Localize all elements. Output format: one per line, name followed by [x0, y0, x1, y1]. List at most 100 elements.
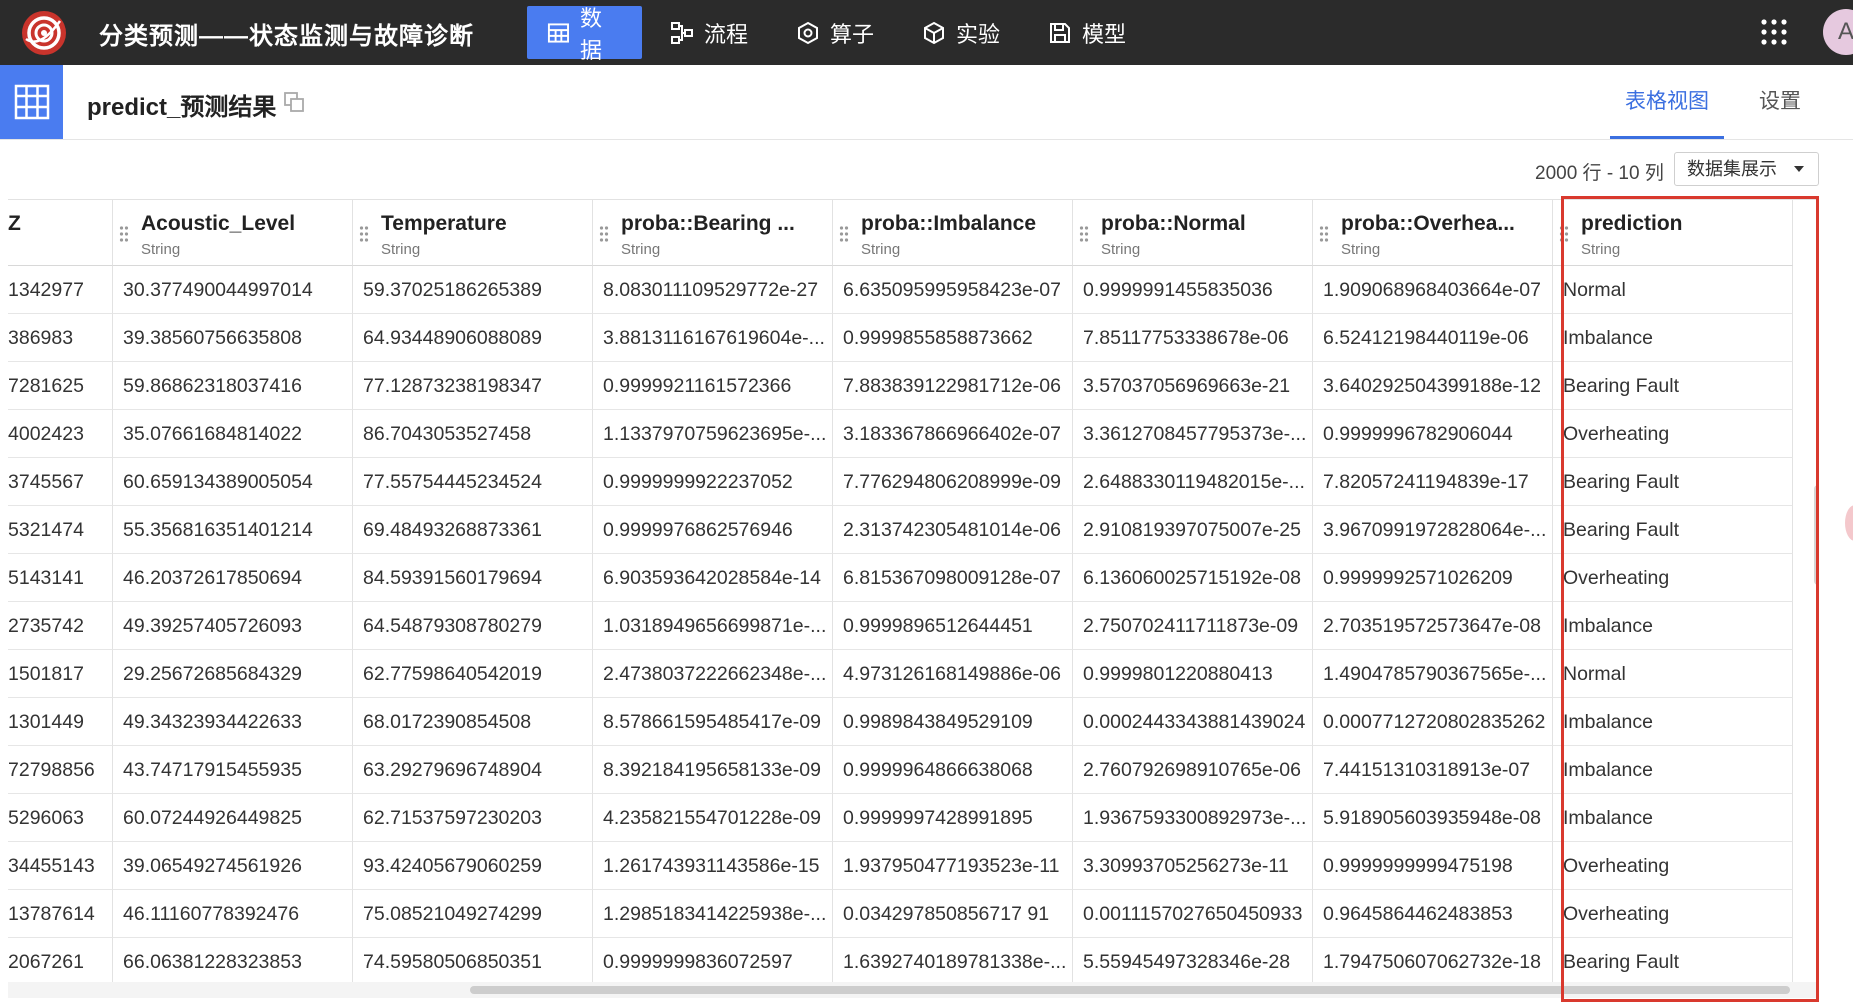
nav-item-flow[interactable]: 流程 — [650, 6, 768, 59]
drag-handle-icon[interactable] — [599, 225, 609, 243]
nav-item-operator[interactable]: 算子 — [776, 6, 894, 59]
table-cell[interactable]: 30.377490044997014 — [113, 266, 353, 314]
table-cell[interactable]: 77.12873238198347 — [353, 362, 593, 410]
drag-handle-icon[interactable] — [359, 225, 369, 243]
table-cell[interactable]: 0.9989843849529109 — [833, 698, 1073, 746]
table-cell[interactable]: 1342977 — [8, 266, 113, 314]
table-cell[interactable]: 13787614 — [8, 890, 113, 938]
table-cell[interactable]: 1301449 — [8, 698, 113, 746]
table-cell[interactable]: 7.85117753338678e-06 — [1073, 314, 1313, 362]
table-cell[interactable]: 8.083011109529772e-27 — [593, 266, 833, 314]
table-cell[interactable]: 2.760792698910765e-06 — [1073, 746, 1313, 794]
drag-handle-icon[interactable] — [119, 225, 129, 243]
table-cell[interactable]: 34455143 — [8, 842, 113, 890]
table-cell[interactable]: 3745567 — [8, 458, 113, 506]
table-cell[interactable]: 60.07244926449825 — [113, 794, 353, 842]
table-cell[interactable]: 2.703519572573647e-08 — [1313, 602, 1553, 650]
table-cell[interactable]: 93.42405679060259 — [353, 842, 593, 890]
table-cell[interactable]: 7.776294806208999e-09 — [833, 458, 1073, 506]
table-cell[interactable]: 63.29279696748904 — [353, 746, 593, 794]
table-cell[interactable]: 7.44151310318913e-07 — [1313, 746, 1553, 794]
table-cell[interactable]: 0.9999976862576946 — [593, 506, 833, 554]
drag-handle-icon[interactable] — [839, 225, 849, 243]
table-cell[interactable]: 6.136060025715192e-08 — [1073, 554, 1313, 602]
prediction-cell[interactable]: Normal — [1553, 266, 1793, 314]
table-cell[interactable]: 5143141 — [8, 554, 113, 602]
prediction-cell[interactable]: Bearing Fault — [1553, 362, 1793, 410]
table-cell[interactable]: 2067261 — [8, 938, 113, 983]
column-header[interactable]: proba::Imbalance String — [833, 200, 1073, 266]
table-cell[interactable]: 3.8813116167619604e-... — [593, 314, 833, 362]
table-cell[interactable]: 7.883839122981712e-06 — [833, 362, 1073, 410]
table-cell[interactable]: 39.38560756635808 — [113, 314, 353, 362]
table-cell[interactable]: 1.0318949656699871e-... — [593, 602, 833, 650]
column-header[interactable]: Z — [8, 200, 113, 266]
table-cell[interactable]: 62.71537597230203 — [353, 794, 593, 842]
nav-item-model[interactable]: 模型 — [1028, 6, 1146, 59]
table-cell[interactable]: 59.86862318037416 — [113, 362, 353, 410]
table-cell[interactable]: 39.06549274561926 — [113, 842, 353, 890]
avatar[interactable]: A — [1823, 9, 1853, 55]
prediction-cell[interactable]: Imbalance — [1553, 794, 1793, 842]
table-cell[interactable]: 64.54879308780279 — [353, 602, 593, 650]
side-float-button[interactable] — [1845, 505, 1853, 541]
table-cell[interactable]: 3.640292504399188e-12 — [1313, 362, 1553, 410]
table-cell[interactable]: 6.52412198440119e-06 — [1313, 314, 1553, 362]
table-cell[interactable]: 0.9645864462483853 — [1313, 890, 1553, 938]
table-cell[interactable]: 2.4738037222662348e-... — [593, 650, 833, 698]
table-cell[interactable]: 0.034297850856717 91 — [833, 890, 1073, 938]
table-cell[interactable]: 4002423 — [8, 410, 113, 458]
table-cell[interactable]: 0.9999999836072597 — [593, 938, 833, 983]
table-cell[interactable]: 4.973126168149886e-06 — [833, 650, 1073, 698]
table-cell[interactable]: 46.20372617850694 — [113, 554, 353, 602]
table-cell[interactable]: 0.9999964866638068 — [833, 746, 1073, 794]
drag-handle-icon[interactable] — [1079, 225, 1089, 243]
prediction-cell[interactable]: Imbalance — [1553, 698, 1793, 746]
vertical-scrollbar[interactable] — [1814, 485, 1818, 585]
app-logo-icon[interactable] — [20, 9, 68, 57]
table-cell[interactable]: 46.11160778392476 — [113, 890, 353, 938]
table-cell[interactable]: 1.9367593300892973e-... — [1073, 794, 1313, 842]
table-cell[interactable]: 0.0007712720802835262 — [1313, 698, 1553, 746]
table-cell[interactable]: 8.392184195658133e-09 — [593, 746, 833, 794]
table-cell[interactable]: 59.37025186265389 — [353, 266, 593, 314]
drag-handle-icon[interactable] — [1559, 225, 1569, 243]
table-cell[interactable]: 0.9999992571026209 — [1313, 554, 1553, 602]
table-cell[interactable]: 86.7043053527458 — [353, 410, 593, 458]
tab-settings[interactable]: 设置 — [1753, 65, 1807, 139]
prediction-cell[interactable]: Overheating — [1553, 842, 1793, 890]
horizontal-scrollbar[interactable] — [8, 982, 1818, 998]
table-cell[interactable]: 2.750702411711873e-09 — [1073, 602, 1313, 650]
table-cell[interactable]: 3.3612708457795373e-... — [1073, 410, 1313, 458]
table-cell[interactable]: 1501817 — [8, 650, 113, 698]
table-cell[interactable]: 0.9999855858873662 — [833, 314, 1073, 362]
apps-grid-icon[interactable] — [1760, 18, 1788, 46]
table-cell[interactable]: 5296063 — [8, 794, 113, 842]
table-cell[interactable]: 0.9999921161572366 — [593, 362, 833, 410]
table-cell[interactable]: 5321474 — [8, 506, 113, 554]
prediction-cell[interactable]: Overheating — [1553, 554, 1793, 602]
table-cell[interactable]: 1.6392740189781338e-... — [833, 938, 1073, 983]
table-cell[interactable]: 6.903593642028584e-14 — [593, 554, 833, 602]
table-cell[interactable]: 0.9999996782906044 — [1313, 410, 1553, 458]
table-cell[interactable]: 29.25672685684329 — [113, 650, 353, 698]
nav-item-experiment[interactable]: 实验 — [902, 6, 1020, 59]
tab-table-view[interactable]: 表格视图 — [1610, 65, 1724, 139]
table-cell[interactable]: 62.77598640542019 — [353, 650, 593, 698]
table-cell[interactable]: 2.910819397075007e-25 — [1073, 506, 1313, 554]
table-cell[interactable]: 0.0011157027650450933 — [1073, 890, 1313, 938]
table-cell[interactable]: 6.635095995958423e-07 — [833, 266, 1073, 314]
table-cell[interactable]: 7281625 — [8, 362, 113, 410]
table-cell[interactable]: 0.0002443343881439024 — [1073, 698, 1313, 746]
prediction-cell[interactable]: Overheating — [1553, 890, 1793, 938]
table-cell[interactable]: 5.55945497328346e-28 — [1073, 938, 1313, 983]
table-cell[interactable]: 55.356816351401214 — [113, 506, 353, 554]
table-cell[interactable]: 1.937950477193523e-11 — [833, 842, 1073, 890]
table-cell[interactable]: 386983 — [8, 314, 113, 362]
table-cell[interactable]: 84.59391560179694 — [353, 554, 593, 602]
table-cell[interactable]: 8.578661595485417e-09 — [593, 698, 833, 746]
column-header[interactable]: proba::Bearing ... String — [593, 200, 833, 266]
table-cell[interactable]: 66.06381228323853 — [113, 938, 353, 983]
table-cell[interactable]: 3.57037056969663e-21 — [1073, 362, 1313, 410]
table-cell[interactable]: 77.55754445234524 — [353, 458, 593, 506]
